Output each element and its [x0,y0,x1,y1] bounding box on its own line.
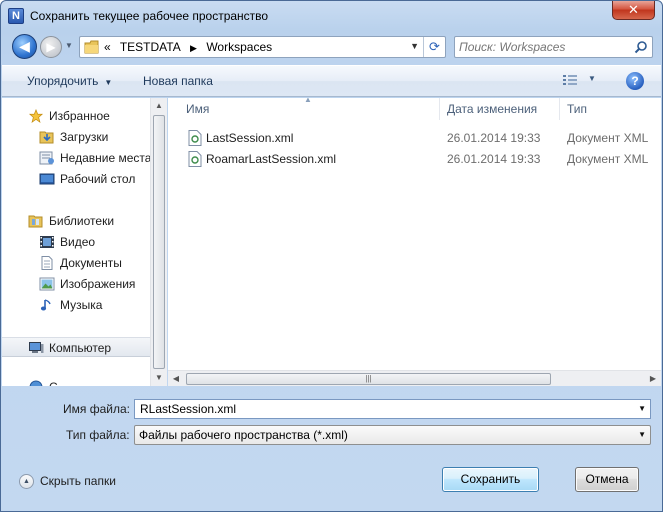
nav-item-downloads[interactable]: Загрузки [2,127,150,147]
nav-item-network[interactable]: С... [2,377,150,386]
nav-item-label: Избранное [49,109,110,123]
filename-input[interactable]: RLastSession.xml ▼ [134,399,651,419]
breadcrumb-workspaces[interactable]: Workspaces [206,40,272,54]
file-name: RoamarLastSession.xml [206,152,337,166]
chevron-down-icon[interactable]: ▼ [638,400,646,418]
file-row[interactable]: RoamarLastSession.xml 26.01.2014 19:33 Д… [168,149,661,170]
xml-file-icon [188,151,202,167]
scrollbar-thumb[interactable] [153,115,165,369]
view-list-icon [563,75,577,85]
nav-item-label: Документы [60,256,122,270]
address-overflow[interactable]: « [104,40,111,54]
libraries-icon [28,215,43,228]
close-button[interactable]: ✕ [612,1,655,20]
nav-item-label: Музыка [60,298,103,312]
new-folder-button[interactable]: Новая папка [143,74,213,88]
column-header-type[interactable]: Тип [560,98,661,120]
app-icon: N [8,8,24,24]
filetype-label: Тип файла: [66,428,130,442]
nav-item-music[interactable]: Музыка [2,295,150,315]
scrollbar-thumb[interactable]: ||| [186,373,551,385]
file-type: Документ XML [567,131,649,145]
nav-item-computer[interactable]: Компьютер [2,337,150,357]
organize-label: Упорядочить [27,74,99,88]
help-button[interactable]: ? [626,72,644,90]
nav-item-label: Недавние места [60,151,150,165]
filetype-value: Файлы рабочего пространства (*.xml) [139,428,348,442]
navigation-pane-scrollbar[interactable]: ▲ ▼ [150,98,167,386]
documents-icon [41,256,53,270]
filetype-select[interactable]: Файлы рабочего пространства (*.xml) ▼ [134,425,651,445]
recent-pages-dropdown-icon[interactable]: ▼ [65,41,73,50]
nav-item-label: С... [49,377,68,386]
filename-label: Имя файла: [63,402,130,416]
folder-icon [84,40,99,54]
navigation-pane: Избранное Загрузки Недавние места Рабочи… [2,98,150,386]
address-dropdown-icon[interactable]: ▼ [410,41,419,51]
chevron-up-icon: ▲ [19,474,34,490]
nav-item-label: Компьютер [49,341,112,355]
save-dialog-window: N Сохранить текущее рабочее пространство… [0,0,663,512]
file-list: ▲ Имя Дата изменения Тип LastSession.xml… [168,98,661,386]
back-button[interactable]: ◀ [12,34,37,59]
scroll-left-icon[interactable]: ◀ [168,371,184,387]
nav-item-documents[interactable]: Документы [2,253,150,273]
file-name: LastSession.xml [206,131,294,145]
downloads-folder-icon [39,131,54,144]
star-icon [28,109,44,123]
xml-file-icon [188,130,202,146]
cancel-button[interactable]: Отмена [575,467,639,492]
column-header-date[interactable]: Дата изменения [440,98,560,120]
chevron-down-icon: ▼ [638,430,646,439]
nav-item-pictures[interactable]: Изображения [2,274,150,294]
nav-item-recent-places[interactable]: Недавние места [2,148,150,168]
forward-button[interactable]: ▶ [40,36,62,58]
save-button[interactable]: Сохранить [442,467,539,492]
title-bar[interactable]: N Сохранить текущее рабочее пространство… [1,1,662,31]
hide-folders-label: Скрыть папки [40,474,116,488]
nav-item-label: Изображения [60,277,136,291]
command-toolbar: Упорядочить ▼ Новая папка ▼ ? [2,65,661,97]
scroll-down-icon[interactable]: ▼ [151,370,167,386]
nav-item-video[interactable]: Видео [2,232,150,252]
address-bar[interactable]: « TESTDATA ▶ Workspaces ▼ ⟳ [79,36,446,58]
pictures-icon [39,277,55,291]
file-row[interactable]: LastSession.xml 26.01.2014 19:33 Докумен… [168,128,661,149]
organize-button[interactable]: Упорядочить ▼ [27,74,112,88]
music-note-icon [40,299,51,311]
scroll-right-icon[interactable]: ▶ [645,371,661,387]
nav-item-label: Библиотеки [49,214,115,228]
nav-item-label: Рабочий стол [60,172,136,186]
refresh-icon[interactable]: ⟳ [423,37,445,57]
search-icon[interactable] [634,40,648,54]
recent-places-icon [39,151,54,165]
breadcrumb-separator[interactable]: ▶ [190,43,197,53]
desktop-icon [39,173,55,185]
change-view-button[interactable]: ▼ [562,73,600,91]
file-list-horizontal-scrollbar[interactable]: ◀ ||| ▶ [168,370,661,386]
nav-item-label: Видео [60,235,96,249]
scroll-up-icon[interactable]: ▲ [151,98,167,114]
filename-value: RLastSession.xml [140,402,237,416]
video-icon [40,236,54,248]
chevron-down-icon: ▼ [104,78,113,87]
column-header-name[interactable]: Имя [168,98,440,120]
computer-icon [29,342,44,353]
hide-folders-button[interactable]: ▲ Скрыть папки [19,474,116,490]
file-date: 26.01.2014 19:33 [447,152,541,166]
search-box[interactable] [454,36,653,58]
window-title: Сохранить текущее рабочее пространство [30,9,269,23]
nav-item-desktop[interactable]: Рабочий стол [2,169,150,189]
nav-item-favorites[interactable]: Избранное [2,106,150,126]
breadcrumb-testdata[interactable]: TESTDATA [120,40,181,54]
address-path: « TESTDATA ▶ Workspaces [104,40,278,54]
network-icon [29,380,43,386]
nav-item-libraries[interactable]: Библиотеки [2,211,150,231]
nav-item-label: Загрузки [60,130,109,144]
file-date: 26.01.2014 19:33 [447,131,541,145]
file-type: Документ XML [567,152,649,166]
search-input[interactable] [457,39,627,55]
chevron-down-icon: ▼ [588,74,596,83]
